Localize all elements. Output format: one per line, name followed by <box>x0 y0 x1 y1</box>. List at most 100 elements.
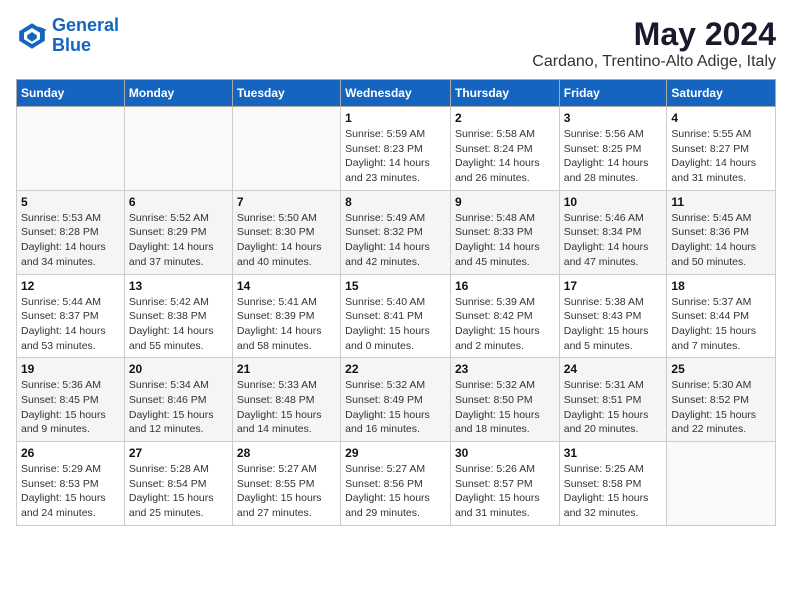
col-header-sunday: Sunday <box>17 80 125 107</box>
logo: General Blue <box>16 16 119 56</box>
day-number: 23 <box>455 362 555 376</box>
day-info: Sunrise: 5:36 AMSunset: 8:45 PMDaylight:… <box>21 378 120 437</box>
calendar-cell: 6 Sunrise: 5:52 AMSunset: 8:29 PMDaylight… <box>124 190 232 274</box>
day-number: 31 <box>564 446 663 460</box>
day-number: 19 <box>21 362 120 376</box>
day-info: Sunrise: 5:59 AMSunset: 8:23 PMDaylight:… <box>345 127 446 186</box>
day-info: Sunrise: 5:38 AMSunset: 8:43 PMDaylight:… <box>564 295 663 354</box>
calendar-cell: 16Sunrise: 5:39 AMSunset: 8:42 PMDayligh… <box>450 274 559 358</box>
calendar-cell <box>124 107 232 191</box>
calendar-cell: 5 Sunrise: 5:53 AMSunset: 8:28 PMDaylight… <box>17 190 125 274</box>
page-title: May 2024 <box>532 16 776 53</box>
col-header-saturday: Saturday <box>667 80 776 107</box>
day-info: Sunrise: 5:56 AMSunset: 8:25 PMDaylight:… <box>564 127 663 186</box>
calendar-cell: 23 Sunrise: 5:32 AMSunset: 8:50 PMDayligh… <box>450 358 559 442</box>
logo-text-general: General <box>52 15 119 35</box>
day-info: Sunrise: 5:42 AMSunset: 8:38 PMDaylight:… <box>129 295 228 354</box>
day-number: 3 <box>564 111 663 125</box>
day-info: Sunrise: 5:37 AMSunset: 8:44 PMDaylight:… <box>671 295 771 354</box>
day-info: Sunrise: 5:26 AMSunset: 8:57 PMDaylight:… <box>455 462 555 521</box>
calendar-cell <box>232 107 340 191</box>
col-header-friday: Friday <box>559 80 667 107</box>
day-info: Sunrise: 5:55 AMSunset: 8:27 PMDaylight:… <box>671 127 771 186</box>
day-number: 6 <box>129 195 228 209</box>
day-number: 4 <box>671 111 771 125</box>
day-number: 21 <box>237 362 336 376</box>
calendar-cell: 27Sunrise: 5:28 AMSunset: 8:54 PMDayligh… <box>124 442 232 526</box>
day-number: 25 <box>671 362 771 376</box>
day-info: Sunrise: 5:32 AMSunset: 8:49 PMDaylight:… <box>345 378 446 437</box>
week-row-2: 5 Sunrise: 5:53 AMSunset: 8:28 PMDaylight… <box>17 190 776 274</box>
calendar-cell: 22 Sunrise: 5:32 AMSunset: 8:49 PMDayligh… <box>341 358 451 442</box>
day-number: 30 <box>455 446 555 460</box>
col-header-tuesday: Tuesday <box>232 80 340 107</box>
logo-text-blue: Blue <box>52 35 91 55</box>
calendar-cell: 12Sunrise: 5:44 AMSunset: 8:37 PMDayligh… <box>17 274 125 358</box>
calendar-cell: 30 Sunrise: 5:26 AMSunset: 8:57 PMDayligh… <box>450 442 559 526</box>
calendar-cell: 29Sunrise: 5:27 AMSunset: 8:56 PMDayligh… <box>341 442 451 526</box>
day-number: 18 <box>671 279 771 293</box>
day-number: 2 <box>455 111 555 125</box>
calendar-cell: 17 Sunrise: 5:38 AMSunset: 8:43 PMDayligh… <box>559 274 667 358</box>
calendar-cell: 9 Sunrise: 5:48 AMSunset: 8:33 PMDaylight… <box>450 190 559 274</box>
calendar-cell: 20Sunrise: 5:34 AMSunset: 8:46 PMDayligh… <box>124 358 232 442</box>
week-row-3: 12Sunrise: 5:44 AMSunset: 8:37 PMDayligh… <box>17 274 776 358</box>
day-info: Sunrise: 5:30 AMSunset: 8:52 PMDaylight:… <box>671 378 771 437</box>
calendar-cell: 26 Sunrise: 5:29 AMSunset: 8:53 PMDayligh… <box>17 442 125 526</box>
page-header: General Blue May 2024 Cardano, Trentino-… <box>16 16 776 71</box>
calendar-cell: 21 Sunrise: 5:33 AMSunset: 8:48 PMDayligh… <box>232 358 340 442</box>
day-number: 13 <box>129 279 228 293</box>
day-info: Sunrise: 5:46 AMSunset: 8:34 PMDaylight:… <box>564 211 663 270</box>
calendar-cell: 13 Sunrise: 5:42 AMSunset: 8:38 PMDayligh… <box>124 274 232 358</box>
day-info: Sunrise: 5:28 AMSunset: 8:54 PMDaylight:… <box>129 462 228 521</box>
calendar-cell: 8Sunrise: 5:49 AMSunset: 8:32 PMDaylight… <box>341 190 451 274</box>
week-row-1: 1 Sunrise: 5:59 AMSunset: 8:23 PMDaylight… <box>17 107 776 191</box>
day-info: Sunrise: 5:52 AMSunset: 8:29 PMDaylight:… <box>129 211 228 270</box>
calendar-cell: 19 Sunrise: 5:36 AMSunset: 8:45 PMDayligh… <box>17 358 125 442</box>
calendar-table: SundayMondayTuesdayWednesdayThursdayFrid… <box>16 79 776 526</box>
day-info: Sunrise: 5:41 AMSunset: 8:39 PMDaylight:… <box>237 295 336 354</box>
day-number: 26 <box>21 446 120 460</box>
day-number: 17 <box>564 279 663 293</box>
calendar-cell: 25 Sunrise: 5:30 AMSunset: 8:52 PMDayligh… <box>667 358 776 442</box>
day-info: Sunrise: 5:58 AMSunset: 8:24 PMDaylight:… <box>455 127 555 186</box>
day-number: 9 <box>455 195 555 209</box>
day-info: Sunrise: 5:33 AMSunset: 8:48 PMDaylight:… <box>237 378 336 437</box>
col-header-thursday: Thursday <box>450 80 559 107</box>
day-info: Sunrise: 5:27 AMSunset: 8:55 PMDaylight:… <box>237 462 336 521</box>
day-info: Sunrise: 5:48 AMSunset: 8:33 PMDaylight:… <box>455 211 555 270</box>
calendar-cell: 3 Sunrise: 5:56 AMSunset: 8:25 PMDaylight… <box>559 107 667 191</box>
day-number: 11 <box>671 195 771 209</box>
calendar-cell: 11 Sunrise: 5:45 AMSunset: 8:36 PMDayligh… <box>667 190 776 274</box>
day-info: Sunrise: 5:29 AMSunset: 8:53 PMDaylight:… <box>21 462 120 521</box>
day-info: Sunrise: 5:45 AMSunset: 8:36 PMDaylight:… <box>671 211 771 270</box>
day-number: 24 <box>564 362 663 376</box>
day-number: 1 <box>345 111 446 125</box>
day-number: 28 <box>237 446 336 460</box>
calendar-cell: 14 Sunrise: 5:41 AMSunset: 8:39 PMDayligh… <box>232 274 340 358</box>
day-number: 14 <box>237 279 336 293</box>
day-info: Sunrise: 5:53 AMSunset: 8:28 PMDaylight:… <box>21 211 120 270</box>
week-row-5: 26 Sunrise: 5:29 AMSunset: 8:53 PMDayligh… <box>17 442 776 526</box>
day-number: 8 <box>345 195 446 209</box>
day-info: Sunrise: 5:34 AMSunset: 8:46 PMDaylight:… <box>129 378 228 437</box>
week-row-4: 19 Sunrise: 5:36 AMSunset: 8:45 PMDayligh… <box>17 358 776 442</box>
day-number: 22 <box>345 362 446 376</box>
calendar-cell: 7Sunrise: 5:50 AMSunset: 8:30 PMDaylight… <box>232 190 340 274</box>
day-number: 7 <box>237 195 336 209</box>
day-number: 10 <box>564 195 663 209</box>
day-info: Sunrise: 5:44 AMSunset: 8:37 PMDaylight:… <box>21 295 120 354</box>
day-number: 5 <box>21 195 120 209</box>
calendar-cell: 28 Sunrise: 5:27 AMSunset: 8:55 PMDayligh… <box>232 442 340 526</box>
logo-icon <box>16 20 48 52</box>
day-info: Sunrise: 5:25 AMSunset: 8:58 PMDaylight:… <box>564 462 663 521</box>
calendar-cell: 2 Sunrise: 5:58 AMSunset: 8:24 PMDaylight… <box>450 107 559 191</box>
day-number: 15 <box>345 279 446 293</box>
calendar-cell: 1 Sunrise: 5:59 AMSunset: 8:23 PMDaylight… <box>341 107 451 191</box>
day-info: Sunrise: 5:32 AMSunset: 8:50 PMDaylight:… <box>455 378 555 437</box>
calendar-cell <box>17 107 125 191</box>
col-header-wednesday: Wednesday <box>341 80 451 107</box>
day-number: 29 <box>345 446 446 460</box>
day-info: Sunrise: 5:40 AMSunset: 8:41 PMDaylight:… <box>345 295 446 354</box>
day-info: Sunrise: 5:31 AMSunset: 8:51 PMDaylight:… <box>564 378 663 437</box>
